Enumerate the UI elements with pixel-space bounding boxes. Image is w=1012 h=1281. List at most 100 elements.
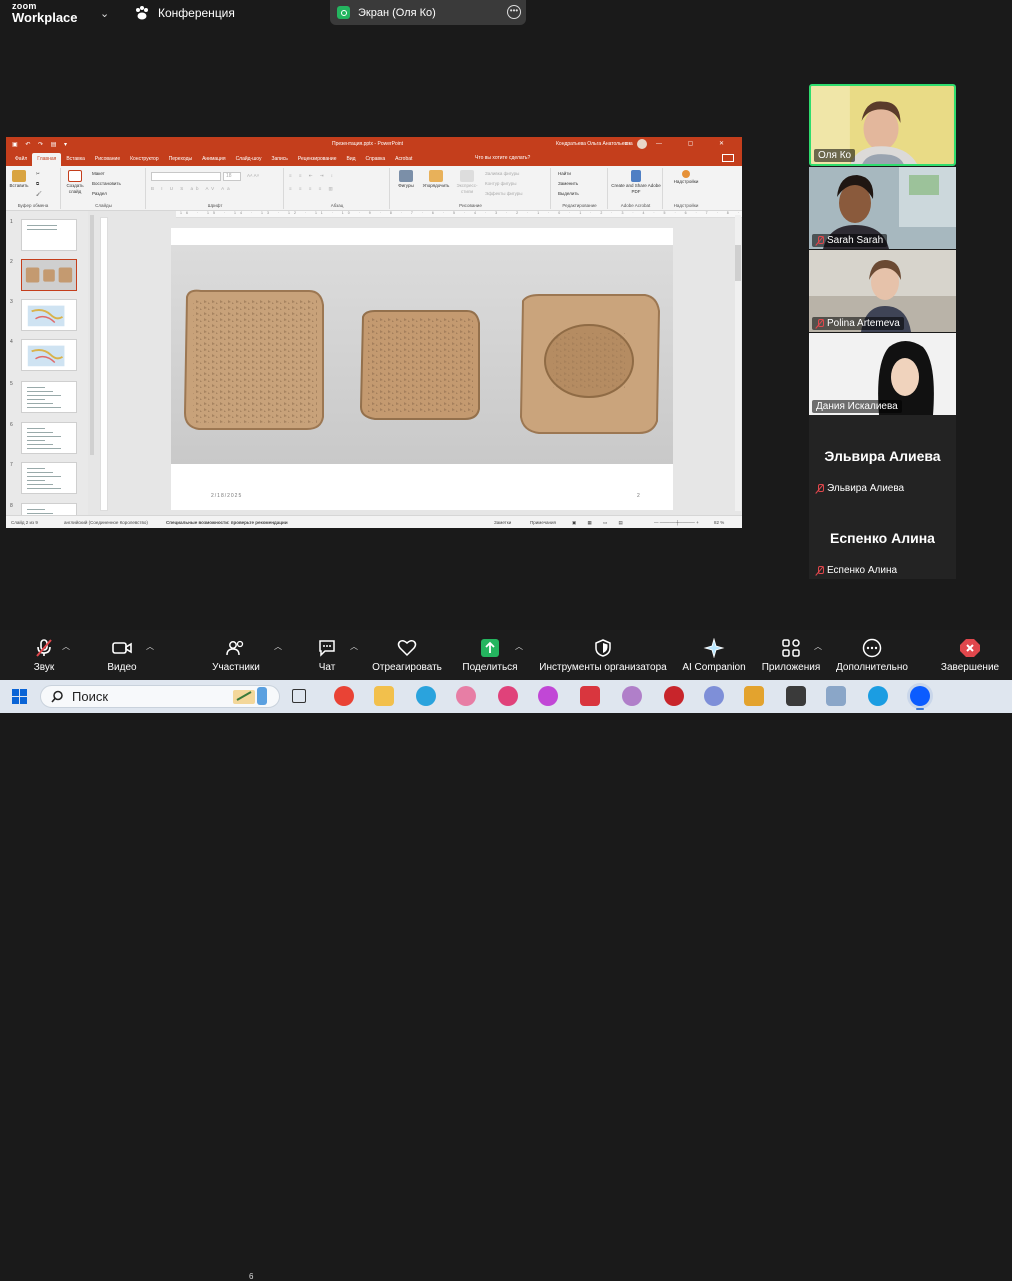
telegram-icon[interactable] bbox=[416, 686, 436, 706]
shape-effects-button[interactable]: Эффекты фигуры bbox=[485, 191, 523, 196]
font-name-input[interactable] bbox=[151, 172, 221, 181]
participant-tile[interactable]: Еспенко Алина Еспенко Алина bbox=[809, 497, 956, 579]
format-painter-icon[interactable]: 🖌 bbox=[36, 191, 42, 197]
shapes-button[interactable]: Фигуры bbox=[395, 170, 417, 189]
view-buttons[interactable]: ▣ ▦ ▭ ▤ bbox=[572, 520, 628, 526]
app-icon[interactable] bbox=[744, 686, 764, 706]
current-slide[interactable]: 2/18/2025 2 bbox=[171, 228, 673, 510]
tab-12[interactable]: Acrobat bbox=[390, 156, 417, 166]
tab-9[interactable]: Рецензирование bbox=[293, 156, 342, 166]
app-icon[interactable] bbox=[538, 686, 558, 706]
list-buttons[interactable]: ≡ ≡ ⇤ ⇥ ↕ bbox=[289, 173, 336, 179]
tab-11[interactable]: Справка bbox=[361, 156, 391, 166]
app-icon[interactable] bbox=[704, 686, 724, 706]
notes-button[interactable]: Заметки bbox=[494, 520, 511, 525]
shape-fill-button[interactable]: Заливка фигуры bbox=[485, 171, 519, 176]
paste-button[interactable]: Вставить bbox=[8, 170, 30, 189]
participants-button[interactable]: Участники bbox=[208, 638, 264, 673]
windows-start-icon[interactable] bbox=[12, 689, 27, 704]
slide-thumbnail[interactable] bbox=[21, 259, 77, 291]
end-meeting-button[interactable]: Завершение bbox=[938, 638, 1002, 673]
shape-outline-button[interactable]: Контур фигуры bbox=[485, 181, 516, 186]
chevron-up-icon[interactable]: ︿ bbox=[274, 641, 282, 652]
participant-tile[interactable]: Дания Искалиева bbox=[809, 333, 956, 415]
chevron-up-icon[interactable]: ︿ bbox=[350, 641, 358, 652]
create-pdf-button[interactable]: Create and Share Adobe PDF bbox=[611, 170, 661, 195]
edge-icon[interactable] bbox=[868, 686, 888, 706]
find-button[interactable]: Найти bbox=[558, 171, 571, 176]
app-icon[interactable] bbox=[580, 686, 600, 706]
language-indicator[interactable]: английский (Соединенное Королевство) bbox=[64, 520, 148, 525]
tell-me-box[interactable]: Что вы хотите сделать? bbox=[470, 155, 535, 165]
app-icon[interactable] bbox=[622, 686, 642, 706]
chevron-down-icon[interactable]: ⌄ bbox=[100, 7, 109, 20]
quick-access-toolbar[interactable]: ▣ ↶ ↷ ▤ ▾ bbox=[12, 141, 70, 148]
tab-8[interactable]: Запись bbox=[266, 156, 292, 166]
chat-button[interactable]: Чат bbox=[312, 638, 342, 673]
tab-0[interactable]: Файл bbox=[10, 156, 32, 166]
share-screen-button[interactable]: Поделиться bbox=[460, 638, 520, 673]
zoom-slider[interactable]: — ─────┼───── + bbox=[654, 520, 699, 525]
share-icon[interactable] bbox=[722, 154, 734, 162]
audio-button[interactable]: Звук bbox=[26, 638, 62, 673]
slide-thumbnail[interactable] bbox=[21, 219, 77, 251]
chevron-up-icon[interactable]: ︿ bbox=[62, 641, 70, 652]
chrome-icon[interactable] bbox=[334, 686, 354, 706]
copy-icon[interactable]: ⧉ bbox=[36, 181, 39, 186]
zoom-logo[interactable]: zoom Workplace bbox=[12, 1, 78, 25]
react-button[interactable]: Отреагировать bbox=[370, 638, 444, 673]
arrange-button[interactable]: Упорядочить bbox=[421, 170, 451, 189]
participant-tile[interactable]: Sarah Sarah bbox=[809, 167, 956, 249]
slide-thumbnail[interactable] bbox=[21, 299, 77, 331]
tab-3[interactable]: Рисование bbox=[90, 156, 125, 166]
file-explorer-icon[interactable] bbox=[374, 686, 394, 706]
layout-button[interactable]: Макет bbox=[92, 171, 105, 176]
tab-7[interactable]: Слайд-шоу bbox=[231, 156, 267, 166]
tab-1[interactable]: Главная bbox=[32, 153, 62, 166]
align-buttons[interactable]: ≡ ≡ ≡ ≡ ▥ bbox=[289, 186, 336, 192]
screen-share-indicator[interactable]: Экран (Оля Ко) ••• bbox=[330, 0, 526, 25]
task-view-icon[interactable] bbox=[292, 689, 306, 703]
replace-button[interactable]: Заменить bbox=[558, 181, 578, 186]
chevron-up-icon[interactable]: ︿ bbox=[814, 641, 822, 652]
font-format-buttons[interactable]: B I U S ab AV Aa bbox=[151, 186, 233, 191]
font-size-input[interactable]: 18 bbox=[223, 172, 241, 181]
tab-5[interactable]: Переходы bbox=[164, 156, 197, 166]
new-slide-button[interactable]: Создать слайд bbox=[64, 170, 86, 195]
host-tools-button[interactable]: Инструменты организатора bbox=[536, 638, 670, 673]
participant-tile[interactable]: Эльвира Алиева Эльвира Алиева bbox=[809, 415, 956, 497]
video-button[interactable]: Видео bbox=[104, 638, 140, 673]
cut-icon[interactable]: ✂ bbox=[36, 171, 40, 177]
window-controls[interactable]: ▭ — ▢ ✕ bbox=[625, 140, 736, 147]
app-icon[interactable] bbox=[826, 686, 846, 706]
tab-10[interactable]: Вид bbox=[342, 156, 361, 166]
ai-companion-button[interactable]: AI Companion bbox=[680, 638, 748, 673]
participant-tile[interactable]: Polina Artemeva bbox=[809, 250, 956, 332]
chevron-up-icon[interactable]: ︿ bbox=[515, 641, 523, 652]
reset-button[interactable]: Восстановить bbox=[92, 181, 121, 186]
grow-font-icon[interactable]: A˄ A˅ bbox=[247, 173, 259, 178]
app-icon[interactable] bbox=[786, 686, 806, 706]
thumbnail-scrollbar[interactable] bbox=[90, 215, 94, 455]
tab-4[interactable]: Конструктор bbox=[125, 156, 164, 166]
tab-2[interactable]: Вставка bbox=[61, 156, 90, 166]
slide-thumbnail[interactable] bbox=[21, 381, 77, 413]
zoom-level[interactable]: 82 % bbox=[714, 520, 724, 525]
participant-tile[interactable]: Оля Ко bbox=[809, 84, 956, 166]
meeting-info[interactable]: Конференция bbox=[134, 5, 235, 21]
more-options-icon[interactable]: ••• bbox=[507, 5, 521, 19]
slide-thumbnail[interactable] bbox=[21, 339, 77, 371]
zoom-app-icon[interactable] bbox=[910, 686, 930, 710]
slide-scrollbar[interactable] bbox=[735, 215, 741, 511]
slide-thumbnail[interactable] bbox=[21, 422, 77, 454]
app-icon[interactable] bbox=[664, 686, 684, 706]
taskbar-search[interactable]: Поиск bbox=[40, 685, 280, 708]
slide-thumbnail[interactable] bbox=[21, 462, 77, 494]
chevron-up-icon[interactable]: ︿ bbox=[146, 641, 154, 652]
accessibility-status[interactable]: Специальные возможности: проверьте реком… bbox=[166, 520, 288, 525]
select-button[interactable]: Выделить bbox=[558, 191, 579, 196]
quick-styles-button[interactable]: Экспресс-стили bbox=[453, 170, 481, 195]
tab-6[interactable]: Анимация bbox=[197, 156, 230, 166]
more-button[interactable]: Дополнительно bbox=[834, 638, 910, 673]
app-icon[interactable] bbox=[456, 686, 476, 706]
